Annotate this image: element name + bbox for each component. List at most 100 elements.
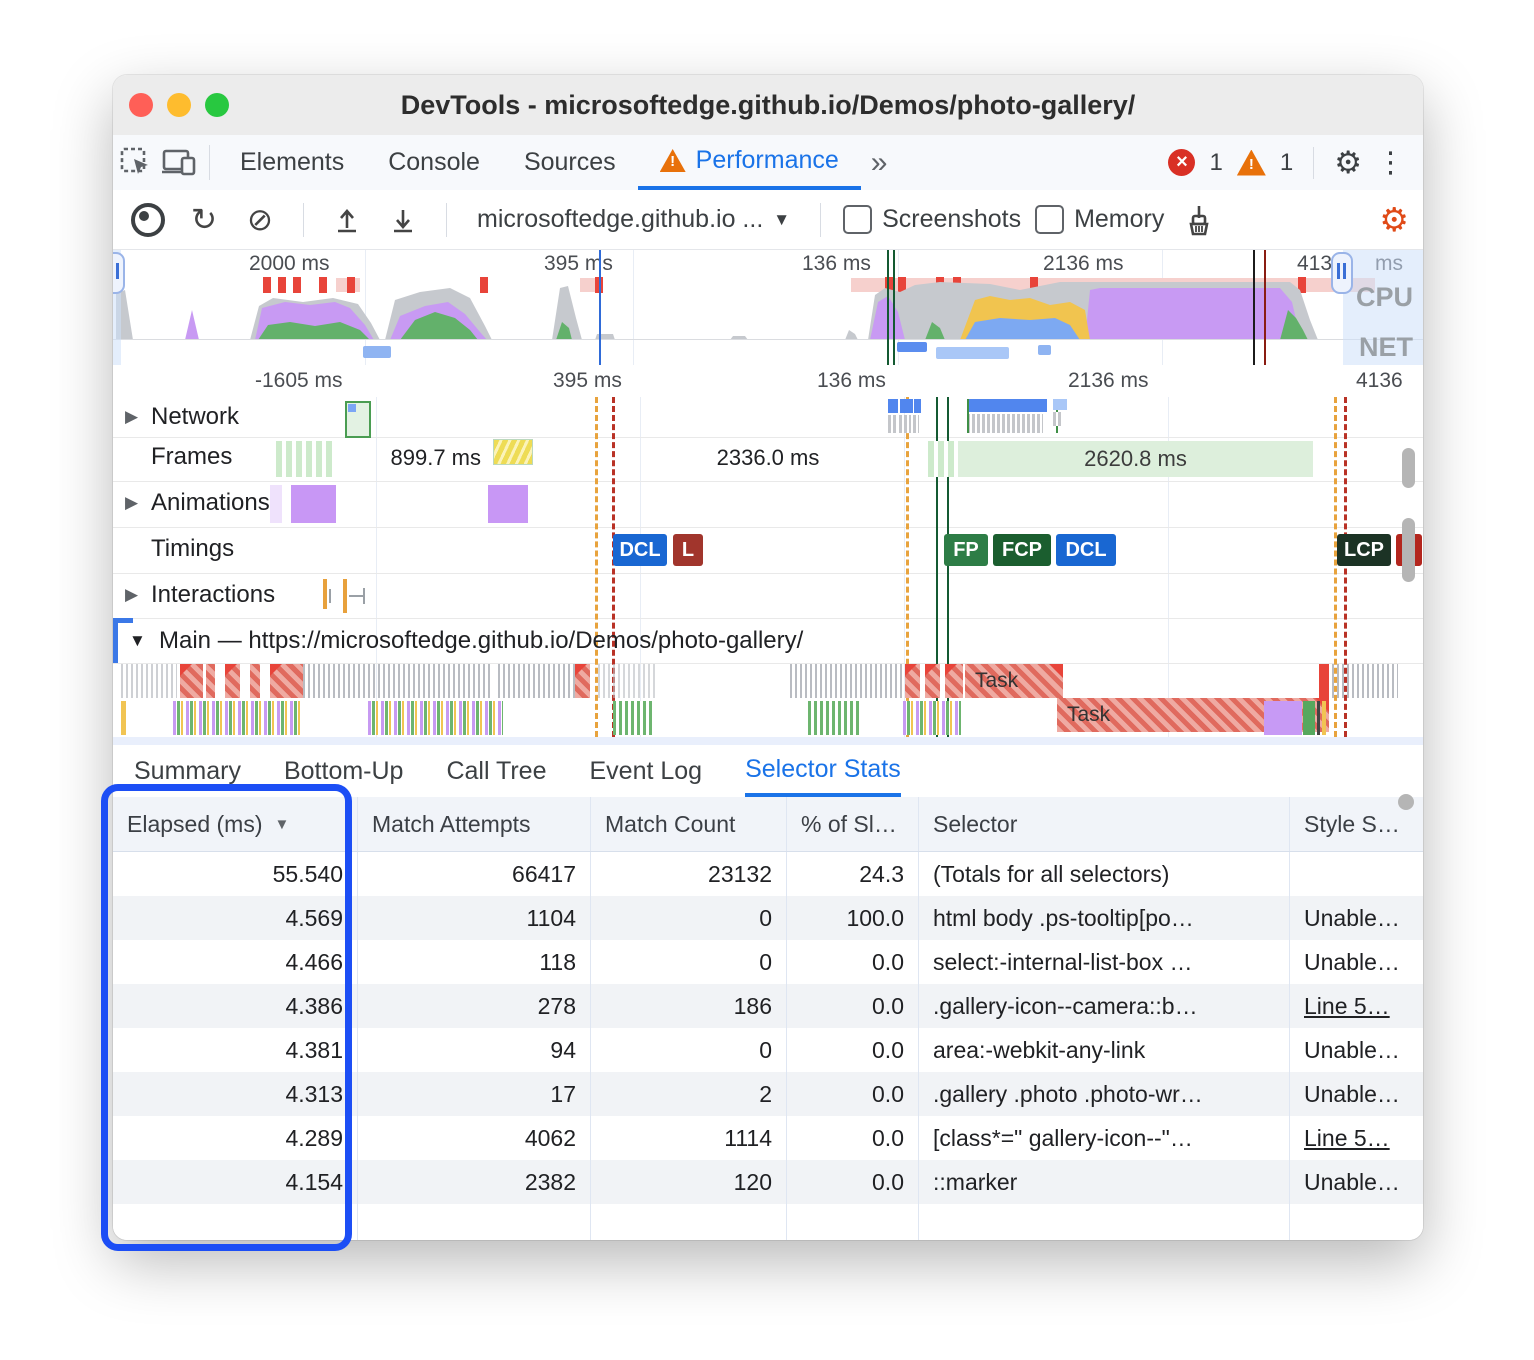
- long-task-block[interactable]: [206, 664, 215, 698]
- warning-badge-icon[interactable]: !: [1237, 150, 1266, 176]
- record-button[interactable]: [127, 199, 169, 241]
- clear-recording-button[interactable]: ⊘: [239, 199, 281, 241]
- timing-badge-lcp[interactable]: LCP: [1337, 534, 1391, 566]
- table-row[interactable]: 4.3131720.0.gallery .photo .photo-wr…Una…: [113, 1072, 1423, 1116]
- timing-badge-fp[interactable]: FP: [944, 534, 988, 566]
- tab-summary[interactable]: Summary: [134, 745, 241, 797]
- flame-cluster[interactable]: [173, 701, 303, 735]
- column-header-match-count[interactable]: Match Count: [591, 797, 787, 851]
- tab-selector-stats[interactable]: Selector Stats: [745, 745, 901, 797]
- more-options-icon[interactable]: ⋮: [1376, 145, 1405, 180]
- task-block[interactable]: Task: [965, 664, 1063, 698]
- settings-gear-icon[interactable]: ⚙: [1334, 145, 1362, 181]
- long-frame[interactable]: 2620.8 ms: [958, 441, 1313, 477]
- flame-cluster[interactable]: [303, 664, 493, 698]
- flame-cluster[interactable]: [121, 664, 177, 698]
- flame-cluster[interactable]: [598, 664, 658, 698]
- reload-and-record-button[interactable]: ↻: [183, 199, 225, 241]
- long-task-block[interactable]: [945, 664, 963, 698]
- long-task-block[interactable]: [270, 664, 303, 698]
- frame-strip[interactable]: [928, 441, 956, 477]
- interactions-track-label[interactable]: Interactions: [151, 581, 275, 609]
- frame-strip[interactable]: [276, 441, 336, 477]
- style-block[interactable]: [1264, 701, 1302, 735]
- table-row[interactable]: 4.46611800.0select:-internal-list-box …U…: [113, 940, 1423, 984]
- frames-track-label[interactable]: Frames: [151, 443, 232, 471]
- tab-elements[interactable]: Elements: [218, 135, 366, 190]
- tab-performance[interactable]: ! Performance: [638, 135, 861, 190]
- network-request[interactable]: [967, 399, 1047, 412]
- table-row[interactable]: 4.56911040100.0html body .ps-tooltip[po……: [113, 896, 1423, 940]
- screenshots-checkbox[interactable]: [843, 205, 872, 234]
- selection-handle-left[interactable]: [113, 252, 125, 294]
- column-header-selector[interactable]: Selector: [919, 797, 1290, 851]
- tab-bottom-up[interactable]: Bottom-Up: [284, 745, 403, 797]
- long-task-block[interactable]: [180, 664, 203, 698]
- long-task-block[interactable]: [905, 664, 920, 698]
- scrollbar-thumb[interactable]: [1402, 448, 1415, 488]
- network-track-label[interactable]: Network: [151, 403, 239, 431]
- network-request[interactable]: [345, 401, 371, 438]
- network-request[interactable]: [900, 399, 913, 413]
- flame-cluster[interactable]: [790, 664, 903, 698]
- collapse-main-icon[interactable]: ▼: [129, 631, 146, 651]
- download-profile-icon[interactable]: [382, 199, 424, 241]
- scrollbar-thumb[interactable]: [1402, 518, 1415, 582]
- more-tabs-icon[interactable]: »: [861, 135, 898, 190]
- long-task-block[interactable]: [225, 664, 240, 698]
- network-request[interactable]: [888, 399, 898, 413]
- table-row[interactable]: 4.3819400.0area:-webkit-any-linkUnable…: [113, 1028, 1423, 1072]
- warning-count[interactable]: 1: [1280, 149, 1293, 177]
- column-header-elapsed[interactable]: Elapsed (ms) ▼: [113, 797, 358, 851]
- flame-cluster[interactable]: [903, 701, 961, 735]
- selection-handle-right[interactable]: [1331, 252, 1353, 294]
- expand-network-icon[interactable]: ▶: [125, 407, 138, 427]
- animation-block[interactable]: [270, 485, 282, 523]
- expand-interactions-icon[interactable]: ▶: [125, 585, 138, 605]
- capture-settings-gear-icon[interactable]: ⚙: [1379, 200, 1409, 239]
- cell-style[interactable]: Line 5…: [1290, 984, 1423, 1028]
- error-count[interactable]: 1: [1209, 149, 1222, 177]
- tab-event-log[interactable]: Event Log: [590, 745, 703, 797]
- table-row[interactable]: 4.3862781860.0.gallery-icon--camera::b…L…: [113, 984, 1423, 1028]
- column-header-match-attempts[interactable]: Match Attempts: [358, 797, 591, 851]
- network-request[interactable]: [914, 399, 921, 413]
- animation-block[interactable]: [291, 485, 336, 523]
- tab-console[interactable]: Console: [366, 135, 502, 190]
- timing-badge-l[interactable]: L: [673, 534, 703, 566]
- device-toolbar-icon[interactable]: [157, 135, 201, 190]
- animation-block[interactable]: [488, 485, 528, 523]
- timing-badge-dcl2[interactable]: DCL: [1056, 534, 1116, 566]
- timing-badge-dcl[interactable]: DCL: [613, 534, 667, 566]
- flame-cluster[interactable]: [808, 701, 860, 735]
- tab-sources[interactable]: Sources: [502, 135, 638, 190]
- timings-track-label[interactable]: Timings: [151, 535, 234, 563]
- table-row[interactable]: 55.540664172313224.3(Totals for all sele…: [113, 852, 1423, 896]
- error-badge-icon[interactable]: ×: [1168, 149, 1195, 176]
- long-task-block[interactable]: [925, 664, 940, 698]
- network-request[interactable]: [1053, 399, 1067, 410]
- memory-checkbox[interactable]: [1035, 205, 1064, 234]
- flame-cluster[interactable]: [1332, 664, 1398, 698]
- partially-presented-frame[interactable]: [493, 439, 533, 465]
- animations-track-label[interactable]: Animations: [151, 489, 270, 517]
- main-track-label[interactable]: Main — https://microsoftedge.github.io/D…: [159, 627, 803, 655]
- timeline-overview[interactable]: 2000 ms 395 ms 136 ms 2136 ms 413 ms: [113, 250, 1423, 366]
- inspect-element-icon[interactable]: [113, 135, 157, 190]
- expand-animations-icon[interactable]: ▶: [125, 493, 138, 513]
- cell-style[interactable]: Line 5…: [1290, 1116, 1423, 1160]
- table-row[interactable]: 4.289406211140.0[class*=" gallery-icon--…: [113, 1116, 1423, 1160]
- table-scrollbar-thumb[interactable]: [1398, 794, 1414, 810]
- flame-cluster[interactable]: [368, 701, 503, 735]
- timing-badge-fcp[interactable]: FCP: [993, 534, 1051, 566]
- tab-call-tree[interactable]: Call Tree: [446, 745, 546, 797]
- profile-select[interactable]: microsoftedge.github.io ... ▼: [469, 205, 798, 234]
- collect-garbage-icon[interactable]: [1178, 199, 1220, 241]
- long-task-block[interactable]: [575, 664, 590, 698]
- layout-block[interactable]: [1303, 701, 1315, 735]
- flame-cluster[interactable]: [613, 701, 655, 735]
- column-header-pct[interactable]: % of Sl…: [787, 797, 919, 851]
- table-row[interactable]: 4.15423821200.0::markerUnable…: [113, 1160, 1423, 1204]
- long-task-block[interactable]: [250, 664, 260, 698]
- upload-profile-icon[interactable]: [326, 199, 368, 241]
